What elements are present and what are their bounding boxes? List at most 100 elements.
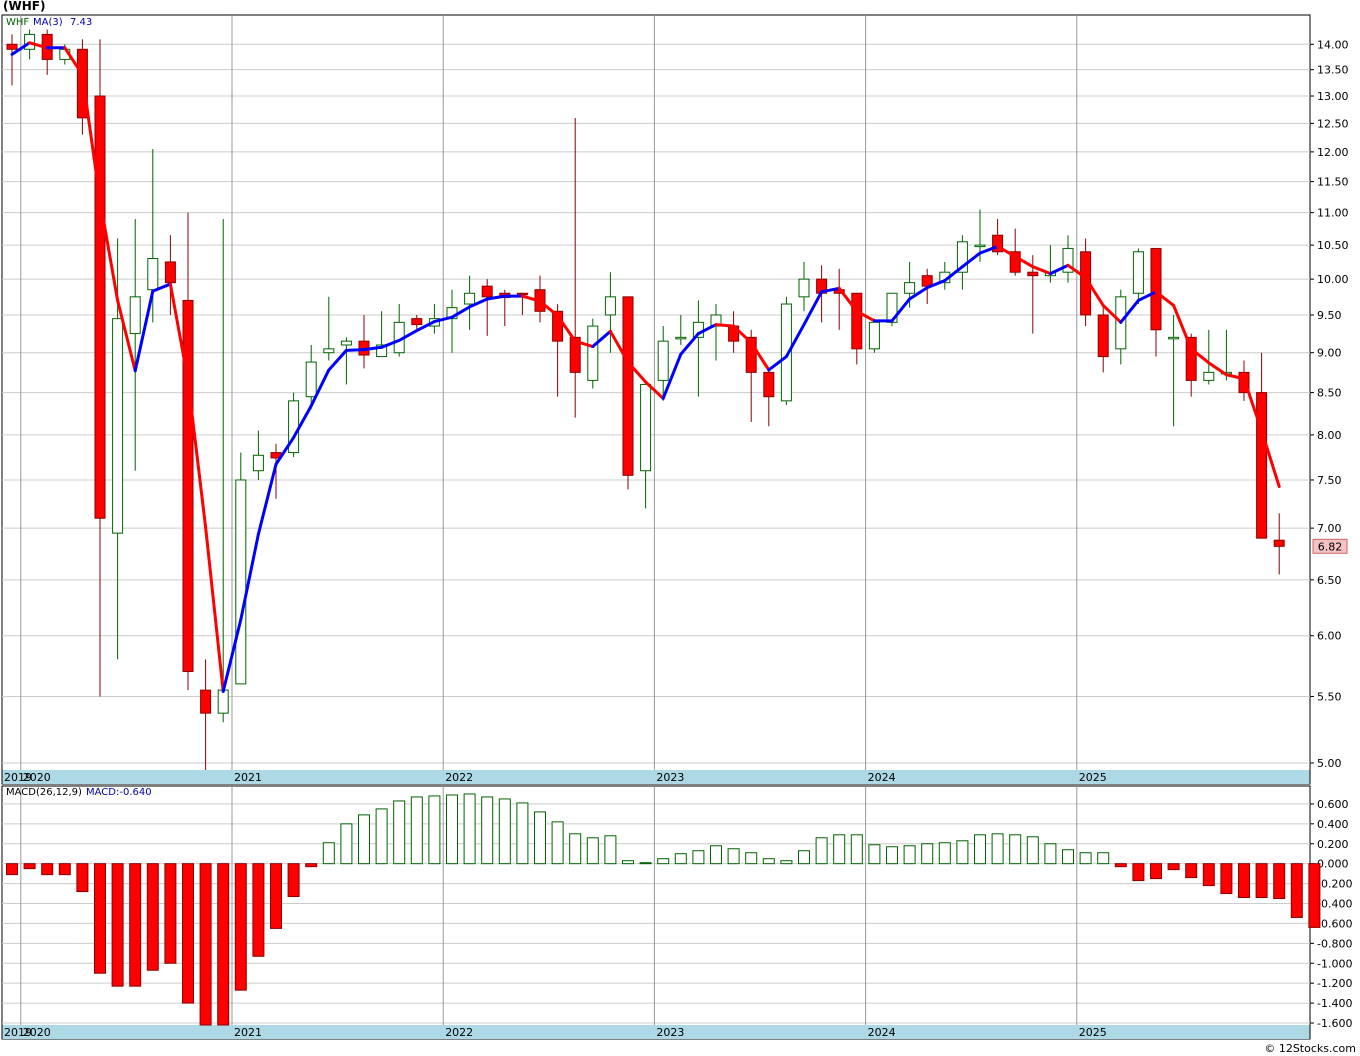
candle-body (147, 258, 159, 291)
year-label: 2021 (234, 771, 262, 784)
candle-body (94, 95, 106, 519)
macd-bar (1079, 852, 1092, 865)
macd-bar (991, 833, 1004, 865)
macd-bar (375, 808, 388, 865)
macd-bar (393, 800, 406, 865)
macd-tick-label: -1.200 (1317, 977, 1352, 990)
macd-bar (798, 850, 810, 865)
candle-body (1027, 271, 1039, 277)
macd-bar (1009, 834, 1022, 865)
candle-body (481, 285, 493, 298)
candle-body (464, 292, 476, 305)
candle-body (305, 361, 317, 398)
year-label: 2023 (656, 771, 684, 784)
year-label: 2025 (1079, 1026, 1107, 1039)
macd-bar (815, 837, 828, 865)
macd-bar (516, 802, 529, 865)
price-tick-label: 7.50 (1317, 474, 1342, 487)
price-tick-label: 11.00 (1317, 207, 1349, 220)
macd-bar (938, 842, 951, 865)
macd-tick-label: -0.600 (1317, 917, 1352, 930)
macd-tick-label: -0.200 (1317, 878, 1352, 891)
ma3-segment (714, 323, 736, 328)
price-panel-frame (1, 14, 1311, 785)
macd-bar (1150, 863, 1162, 880)
candle-body (904, 282, 916, 294)
macd-bar (1097, 852, 1110, 865)
candle-body (974, 244, 986, 248)
macd-tick-label: 0.200 (1317, 838, 1349, 851)
candle-body (604, 296, 616, 316)
year-label: 2022 (445, 1026, 473, 1039)
macd-tick-label: -1.600 (1317, 1017, 1352, 1030)
macd-tick-label: -1.400 (1317, 997, 1352, 1010)
macd-bar (1220, 863, 1233, 895)
macd-bar (217, 863, 230, 1026)
macd-bar (199, 863, 212, 1026)
credit-label: © 12Stocks.com (1264, 1042, 1356, 1055)
price-tick-label: 8.00 (1317, 429, 1342, 442)
candle-body (411, 318, 423, 326)
macd-bar (1238, 863, 1250, 899)
macd-bar (604, 835, 617, 865)
macd-legend: MACD(26,12,9) (6, 787, 82, 798)
candle-body (6, 43, 18, 50)
year-label: 2021 (234, 1026, 262, 1039)
candle (587, 318, 599, 389)
macd-tick-label: -0.400 (1317, 898, 1352, 911)
macd-bar (146, 863, 159, 971)
macd-bar (428, 795, 441, 865)
macd-tick-label: -0.800 (1317, 937, 1352, 950)
macd-bar (58, 863, 71, 876)
year-label: 2024 (868, 771, 896, 784)
macd-bar (674, 853, 687, 865)
price-tick-label: 5.50 (1317, 690, 1342, 703)
macd-bar (1185, 863, 1198, 879)
candle-body (868, 321, 880, 350)
macd-tick-label: 0.000 (1317, 858, 1349, 871)
candle-body (1203, 371, 1215, 381)
candle-body (112, 318, 124, 534)
macd-bar (498, 798, 511, 865)
price-tick-label: 5.00 (1317, 757, 1342, 770)
macd-bar (903, 845, 916, 865)
candle (622, 296, 634, 490)
macd-bar (1202, 863, 1215, 887)
candle (235, 452, 247, 685)
candle-body (851, 292, 863, 350)
macd-bar (111, 863, 124, 987)
candle-body (217, 689, 229, 714)
price-tick-label: 12.50 (1317, 117, 1349, 130)
candle-body (1273, 539, 1285, 547)
macd-bar (23, 863, 36, 870)
macd-bar (252, 863, 265, 957)
macd-bar (956, 840, 969, 865)
last-price-label: 6.82 (1318, 540, 1343, 553)
macd-bar (94, 863, 106, 974)
macd-tick-label: -1.000 (1317, 957, 1352, 970)
candle (868, 318, 880, 353)
macd-bar (710, 845, 722, 865)
macd-bar (164, 863, 177, 964)
macd-bar (1132, 863, 1145, 882)
candle-body (235, 479, 247, 685)
macd-bar (569, 833, 582, 865)
macd-bar (780, 860, 793, 865)
candle-body (1097, 314, 1109, 358)
macd-bar (1273, 863, 1286, 900)
macd-value-legend: MACD:-0.640 (86, 787, 152, 798)
candle-body (1168, 336, 1180, 340)
macd-bar (850, 834, 863, 865)
macd-bar (974, 834, 986, 865)
macd-bar (41, 863, 54, 876)
candle-body (340, 340, 352, 346)
macd-bar (340, 823, 353, 865)
macd-bar (182, 863, 194, 1004)
macd-bar (1308, 863, 1321, 928)
macd-bar (270, 863, 282, 929)
legend-ma-value: 7.43 (70, 17, 92, 28)
macd-bar (463, 793, 476, 865)
macd-bar (6, 863, 18, 876)
ma3-segment (344, 348, 366, 352)
macd-bar (446, 794, 458, 865)
